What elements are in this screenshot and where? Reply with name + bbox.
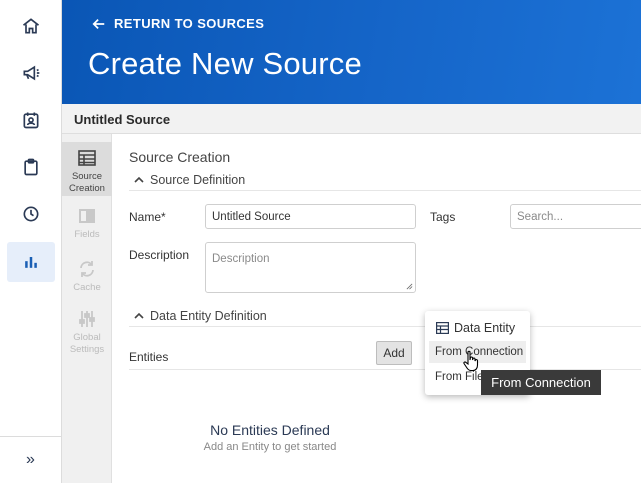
left-rail: »: [0, 0, 62, 483]
home-icon: [22, 18, 40, 34]
step-cache[interactable]: Cache: [62, 259, 112, 299]
chevron-up-icon: [134, 312, 144, 319]
section-title: Source Creation: [129, 149, 231, 165]
step-label: Fields: [74, 229, 100, 240]
clipboard-icon: [24, 158, 38, 176]
rail-campaigns-button[interactable]: [7, 53, 55, 93]
expand-rail-button[interactable]: »: [0, 436, 61, 483]
empty-state-subtitle: Add an Entity to get started: [203, 441, 337, 453]
rail-analytics-button[interactable]: [7, 242, 55, 282]
step-global-settings[interactable]: Global Settings: [62, 309, 112, 361]
arrow-left-icon: [92, 18, 105, 29]
resize-handle-icon[interactable]: [406, 283, 413, 290]
contact-calendar-icon: [23, 112, 39, 129]
dropdown-heading: Data Entity: [436, 321, 515, 335]
add-entity-button[interactable]: Add: [376, 341, 412, 365]
clock-icon: [23, 206, 39, 222]
return-to-sources-link[interactable]: RETURN TO SOURCES: [92, 16, 264, 31]
source-definition-toggle[interactable]: Source Definition: [134, 173, 245, 187]
refresh-icon: [80, 261, 94, 277]
step-label: Cache: [73, 282, 101, 293]
source-definition-label: Source Definition: [150, 173, 246, 187]
rail-history-button[interactable]: [7, 194, 55, 234]
table-icon: [436, 322, 449, 334]
divider: [129, 326, 641, 327]
rail-tasks-button[interactable]: [7, 147, 55, 187]
page-header: RETURN TO SOURCES Create New Source: [62, 0, 641, 104]
tags-label: Tags: [430, 210, 456, 224]
rail-home-button[interactable]: [7, 6, 55, 46]
steps-nav: Source Creation Fields Cache Global Sett…: [62, 134, 112, 483]
table-icon: [78, 150, 96, 166]
data-entity-definition-toggle[interactable]: Data Entity Definition: [134, 309, 267, 323]
description-label: Description: [129, 248, 190, 262]
rail-contacts-button[interactable]: [7, 100, 55, 140]
double-chevron-right-icon: »: [26, 451, 35, 468]
divider: [129, 190, 641, 191]
data-entity-definition-label: Data Entity Definition: [150, 309, 267, 323]
tags-search-input[interactable]: Search...: [510, 204, 641, 229]
megaphone-icon: [23, 65, 40, 81]
name-input[interactable]: Untitled Source: [205, 204, 416, 229]
step-source-creation[interactable]: Source Creation: [62, 142, 112, 196]
step-label: Global Settings: [69, 332, 105, 355]
step-fields[interactable]: Fields: [62, 206, 112, 246]
page-title: Create New Source: [88, 46, 362, 81]
return-label: RETURN TO SOURCES: [114, 16, 265, 31]
step-label: Source Creation: [69, 171, 105, 194]
tooltip: From Connection: [481, 370, 601, 395]
dropdown-heading-label: Data Entity: [454, 321, 516, 335]
fields-icon: [79, 209, 95, 223]
sliders-icon: [79, 311, 95, 327]
description-textarea[interactable]: Description: [205, 242, 416, 293]
main-content: Source Creation Source Definition Name* …: [112, 134, 641, 483]
entities-label: Entities: [129, 350, 169, 364]
hand-cursor-icon: [463, 350, 479, 372]
empty-state-title: No Entities Defined: [210, 422, 330, 438]
source-name-bar: Untitled Source: [62, 104, 641, 134]
description-placeholder: Description: [212, 253, 270, 265]
bar-chart-icon: [25, 257, 37, 268]
name-label: Name*: [129, 210, 166, 224]
chevron-up-icon: [134, 176, 144, 183]
